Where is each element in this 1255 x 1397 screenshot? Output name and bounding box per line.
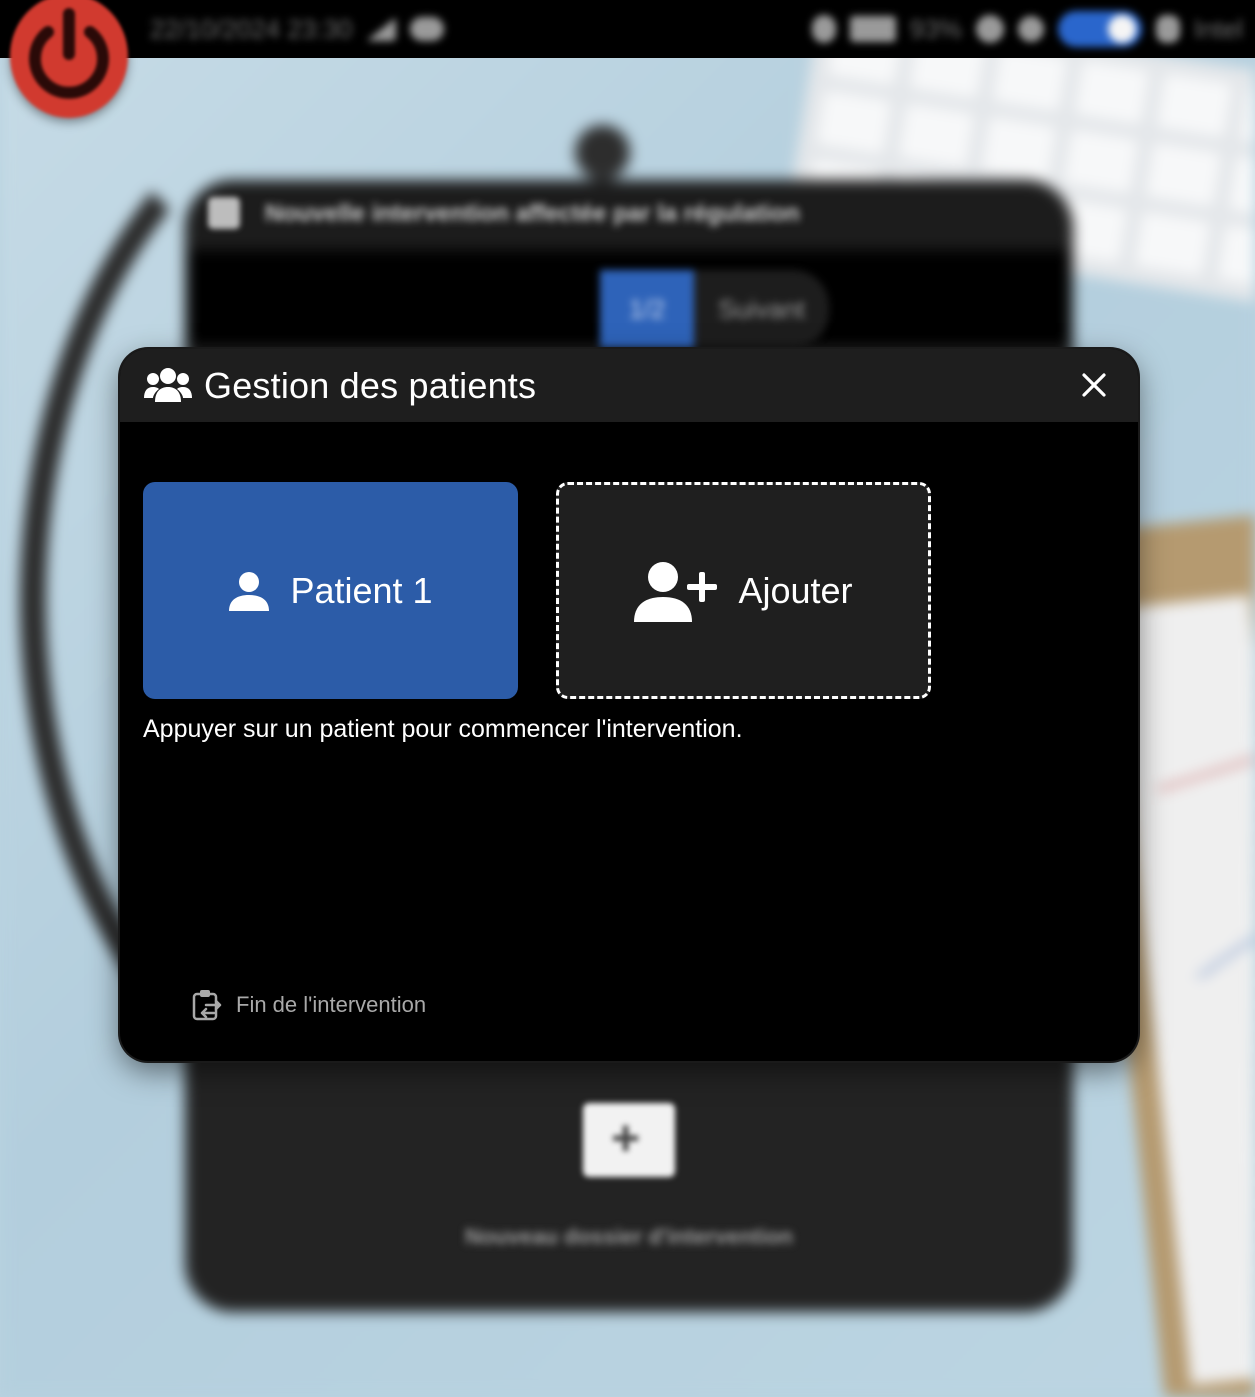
close-button[interactable] (1078, 369, 1110, 401)
patient-tile[interactable]: Patient 1 (143, 482, 518, 699)
stethoscope-head (575, 125, 630, 180)
power-button (10, 0, 128, 118)
status-mode: Intel (1193, 13, 1243, 44)
patient-tiles: Patient 1 Ajouter (143, 482, 931, 699)
cloud-icon (410, 17, 445, 41)
document-icon (208, 197, 240, 229)
pager-next-button: Suivant (694, 270, 829, 348)
modal-title: Gestion des patients (204, 364, 537, 406)
patients-modal: Gestion des patients Patient 1 Ajouter A… (120, 349, 1138, 1061)
end-intervention-button[interactable]: Fin de l'intervention (192, 989, 426, 1021)
background-pager: 1/2 Suivant (600, 270, 829, 348)
add-patient-label: Ajouter (738, 569, 853, 611)
user-plus-icon (634, 561, 718, 622)
power-icon (29, 8, 109, 99)
patient-label: Patient 1 (290, 569, 433, 611)
background-folder-label: Nouveau dossier d'intervention (465, 1224, 793, 1249)
pager-page: 1/2 (600, 270, 694, 348)
sun-icon (1017, 16, 1044, 42)
lock-icon (1155, 15, 1180, 43)
status-bar: 22/10/2024 23:30 93% Intel (0, 0, 1255, 58)
status-left: 22/10/2024 23:30 (150, 10, 445, 48)
settings-icon (975, 15, 1004, 43)
mode-toggle (1057, 11, 1142, 47)
battery-level: 93% (909, 13, 962, 44)
user-icon (229, 571, 270, 611)
users-group-icon (144, 367, 192, 402)
background-card-title: Nouvelle intervention affectée par la ré… (265, 200, 800, 227)
battery-icon (849, 16, 896, 42)
clipboard-transfer-icon (192, 990, 222, 1021)
status-right: 93% Intel (811, 10, 1243, 48)
add-patient-button[interactable]: Ajouter (556, 482, 931, 699)
folder-add-icon (583, 1103, 675, 1177)
instruction-text: Appuyer sur un patient pour commencer l'… (143, 715, 743, 743)
signal-icon (366, 17, 397, 41)
modal-header: Gestion des patients (120, 349, 1138, 422)
status-datetime: 22/10/2024 23:30 (150, 13, 353, 44)
close-icon (1082, 373, 1106, 397)
location-icon (811, 15, 836, 43)
end-intervention-label: Fin de l'intervention (236, 992, 427, 1017)
